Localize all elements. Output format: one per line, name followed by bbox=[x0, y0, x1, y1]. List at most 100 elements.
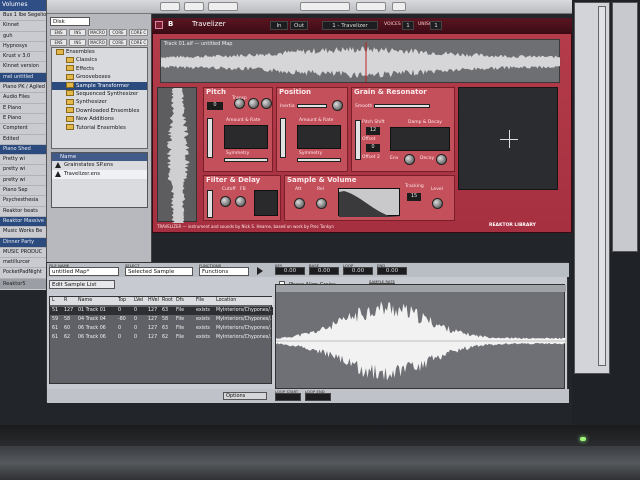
column-header[interactable]: LVel bbox=[134, 297, 143, 305]
filter-vertical-fader[interactable] bbox=[207, 190, 213, 218]
smooth-slider[interactable] bbox=[374, 104, 430, 108]
unison-value[interactable]: 1 bbox=[430, 21, 442, 30]
loop-start-field[interactable] bbox=[275, 393, 301, 401]
sidebar-item[interactable]: Krust v 3.0 bbox=[0, 52, 46, 63]
column-header[interactable]: Dfs bbox=[176, 297, 184, 305]
sidebar-item[interactable]: Audio Files bbox=[0, 93, 46, 104]
sidebar-item[interactable]: Piano PK / Agiled bbox=[0, 83, 46, 94]
macro-button[interactable]: MACRO bbox=[88, 29, 107, 36]
readout-value[interactable]: 0.00 bbox=[275, 267, 305, 275]
snapshot-select[interactable]: 1 - Travelizer bbox=[322, 21, 378, 30]
column-header[interactable]: R bbox=[64, 297, 67, 305]
tree-item[interactable]: Ensembles bbox=[52, 48, 147, 56]
column-header[interactable]: Location bbox=[216, 297, 236, 305]
sidebar-item[interactable]: guh bbox=[0, 32, 46, 42]
sidebar-item[interactable]: Comptent bbox=[0, 124, 46, 135]
readout-value[interactable]: 0.00 bbox=[377, 267, 407, 275]
position-vertical-fader[interactable] bbox=[280, 118, 286, 158]
sample-overview-waveform[interactable]: Track 01.aif — untitled Map bbox=[160, 39, 561, 83]
ens-button[interactable]: ENS bbox=[50, 29, 67, 36]
functions-dropdown[interactable]: Functions bbox=[199, 267, 249, 276]
column-header[interactable]: HVel bbox=[148, 297, 159, 305]
tree-item[interactable]: Effects bbox=[52, 65, 147, 73]
sidebar-item[interactable]: E Piano bbox=[0, 114, 46, 125]
sidebar-item[interactable]: Bus 1 lbe Segelio bbox=[0, 11, 46, 22]
table-row[interactable]: 61 62 06 Track 06 0 0 127 62 File exists MyInteri… bbox=[50, 334, 273, 342]
tree-item[interactable]: Downloaded Ensembles bbox=[52, 107, 147, 115]
sidebar-item[interactable]: Pretty wi bbox=[0, 155, 46, 166]
tree-item[interactable]: Sequenced Synthesizer bbox=[52, 90, 147, 98]
core-button[interactable]: CORE bbox=[109, 29, 127, 36]
loop-end-field[interactable] bbox=[305, 393, 331, 401]
sidebar-item[interactable]: Piano Shed bbox=[0, 144, 46, 156]
offset-value[interactable]: 0 bbox=[366, 144, 380, 152]
level-knob[interactable] bbox=[432, 198, 443, 209]
res-knob[interactable] bbox=[235, 196, 246, 207]
column-header[interactable]: Root bbox=[162, 297, 173, 305]
position-strip[interactable] bbox=[157, 87, 197, 223]
table-row[interactable]: 61 60 06 Track 06 0 0 127 63 File exists MyInteri… bbox=[50, 325, 273, 333]
position-symmetry-slider[interactable] bbox=[297, 158, 341, 162]
tree-item[interactable]: Sample Transformer bbox=[52, 81, 147, 90]
env-knob[interactable] bbox=[404, 154, 415, 165]
tree-item[interactable]: Synthesizer bbox=[52, 98, 147, 106]
out-port-select[interactable]: Out bbox=[290, 21, 308, 30]
file-item[interactable]: Grainstates SP.ens bbox=[52, 161, 147, 170]
core-c-button[interactable]: CORE C bbox=[129, 29, 148, 36]
sidebar-item[interactable]: mel untitled bbox=[0, 72, 46, 84]
toolbar-button[interactable] bbox=[392, 2, 406, 11]
rel-knob[interactable] bbox=[316, 198, 327, 209]
sidebar-item[interactable]: E Piano bbox=[0, 104, 46, 114]
toolbar-button[interactable] bbox=[300, 2, 350, 11]
toolbar-button[interactable] bbox=[208, 2, 238, 11]
ins-button[interactable]: INS bbox=[69, 39, 86, 46]
select-dropdown[interactable]: Selected Sample bbox=[125, 267, 193, 276]
readout-value[interactable]: 0.00 bbox=[309, 267, 339, 275]
sidebar-item[interactable]: Kinnet version bbox=[0, 62, 46, 73]
options-dropdown[interactable]: Options bbox=[223, 392, 267, 400]
play-icon[interactable] bbox=[257, 267, 263, 275]
tree-item[interactable]: New Additions bbox=[52, 115, 147, 123]
pitch-lfo-display[interactable] bbox=[224, 125, 268, 149]
pitch-knob[interactable] bbox=[261, 98, 272, 109]
vertical-scrollbar[interactable] bbox=[598, 6, 606, 366]
inertia-slider[interactable] bbox=[297, 104, 327, 108]
pitch-knob[interactable] bbox=[248, 98, 259, 109]
position-lfo-display[interactable] bbox=[297, 125, 341, 149]
sidebar-item[interactable]: Piano Sep bbox=[0, 186, 46, 197]
sidebar-item[interactable]: Reaktor Massive bbox=[0, 216, 46, 228]
sidebar-item[interactable]: Reaktor beats bbox=[0, 207, 46, 217]
b-button[interactable]: B bbox=[168, 20, 178, 30]
file-item[interactable]: Travelizer.ens bbox=[52, 170, 147, 179]
pitch-value[interactable]: 0 bbox=[207, 102, 223, 110]
xy-pad[interactable] bbox=[458, 87, 558, 190]
sidebar-item[interactable]: pretty wi bbox=[0, 165, 46, 176]
column-header[interactable]: File bbox=[196, 297, 204, 305]
disk-dropdown[interactable]: Disk bbox=[50, 17, 90, 26]
sidebar-item[interactable]: PocketPadNight bbox=[0, 268, 46, 279]
column-header[interactable]: Top bbox=[118, 297, 126, 305]
list-mode-dropdown[interactable]: Edit Sample List bbox=[49, 280, 115, 289]
pitch-shift-value[interactable]: 12 bbox=[366, 127, 380, 135]
close-icon[interactable] bbox=[155, 21, 163, 29]
ins-button[interactable]: INS bbox=[69, 29, 86, 36]
tree-item[interactable]: Tutorial Ensembles bbox=[52, 124, 147, 132]
tree-item[interactable]: Classics bbox=[52, 56, 147, 64]
file-name-field[interactable]: untitled Map* bbox=[49, 267, 119, 276]
core-button[interactable]: CORE bbox=[109, 39, 127, 46]
tracking-value[interactable]: 15 bbox=[407, 193, 421, 201]
pitch-vertical-fader[interactable] bbox=[207, 118, 213, 158]
core-c-button[interactable]: CORE C bbox=[129, 39, 148, 46]
sidebar-item[interactable]: Hypnosys bbox=[0, 42, 46, 53]
sidebar-item[interactable]: MUSIC PRODUC bbox=[0, 248, 46, 259]
sidebar-item[interactable]: Kinnet bbox=[0, 21, 46, 32]
tree-item[interactable]: Grooveboxes bbox=[52, 73, 147, 81]
resonator-display[interactable] bbox=[390, 127, 450, 151]
sidebar-item[interactable]: pretty wi bbox=[0, 176, 46, 187]
cutoff-knob[interactable] bbox=[220, 196, 231, 207]
voices-value[interactable]: 1 bbox=[402, 21, 414, 30]
delay-display[interactable] bbox=[254, 190, 278, 216]
macro-button[interactable]: MACRO bbox=[88, 39, 107, 46]
toolbar-button[interactable] bbox=[356, 2, 386, 11]
pitch-symmetry-slider[interactable] bbox=[224, 158, 268, 162]
